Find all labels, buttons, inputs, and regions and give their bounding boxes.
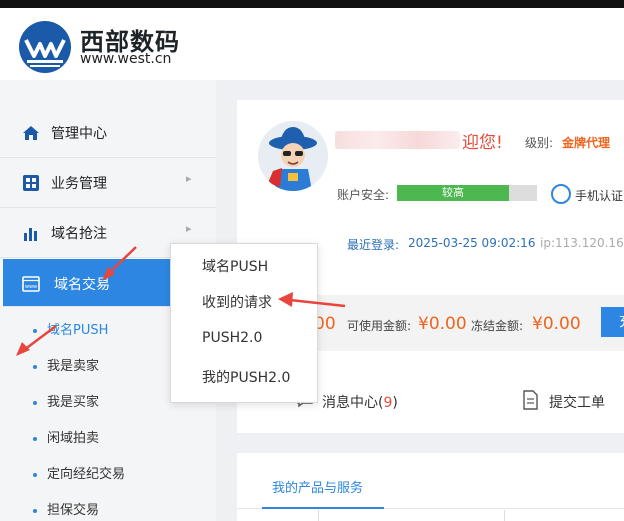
subitem-buyer[interactable]: 我是买家 [33, 391, 99, 410]
subitem-seller[interactable]: 我是卖家 [33, 355, 99, 374]
sidebar-item-business-management[interactable]: 业务管理 ▸ [0, 158, 216, 208]
chevron-right-icon: ▸ [186, 172, 192, 185]
popup-item-received-requests[interactable]: 收到的请求 [202, 292, 272, 312]
message-center-link[interactable]: 消息中心(9) [322, 392, 398, 412]
bullet-dot [33, 508, 37, 513]
subitem-label: 域名PUSH [47, 323, 109, 338]
cowboy-avatar-icon [268, 127, 317, 191]
west-logo-icon[interactable] [18, 20, 72, 74]
popup-item-domain-push[interactable]: 域名PUSH [202, 256, 268, 276]
www-icon: www [22, 276, 40, 292]
subitem-label: 定向经纪交易 [47, 467, 126, 482]
security-bar-fill: 较高 [397, 185, 509, 201]
header: 西部数码 www.west.cn [0, 8, 624, 80]
top-stripe [0, 0, 624, 8]
sidebar-item-label: 域名交易 [54, 277, 110, 293]
chevron-right-icon: ▸ [186, 222, 192, 235]
popup-item-my-push2[interactable]: 我的PUSH2.0 [202, 367, 290, 387]
tab-active-underline [262, 507, 384, 509]
column-divider [504, 510, 505, 521]
frozen-label: 冻结金额: [471, 319, 524, 333]
available-label: 可使用金额: [347, 319, 412, 333]
subitem-label: 我是卖家 [47, 359, 100, 374]
svg-text:www: www [25, 284, 37, 290]
bullet-dot [33, 436, 37, 441]
tab-my-products[interactable]: 我的产品与服务 [272, 477, 363, 496]
bullet-dot [33, 328, 37, 333]
sidebar-item-label: 管理中心 [51, 126, 107, 142]
bullet-dot [33, 400, 37, 405]
submit-ticket-link[interactable]: 提交工单 [549, 392, 605, 412]
ticket-icon [523, 390, 538, 410]
last-login-label: 最近登录: [347, 238, 400, 252]
subitem-label: 担保交易 [47, 503, 100, 518]
home-icon [23, 126, 39, 140]
domain-trading-popup-menu: 域名PUSH 收到的请求 PUSH2.0 我的PUSH2.0 [170, 243, 318, 403]
popup-item-push2[interactable]: PUSH2.0 [202, 330, 262, 346]
level-label: 级别: [525, 136, 554, 150]
security-bar: 较高 [397, 185, 537, 201]
frozen-amount: ¥0.00 [532, 314, 581, 334]
username-blurred [335, 131, 460, 149]
bullet-dot [33, 364, 37, 369]
message-center-label: 消息中心( [322, 395, 384, 411]
subitem-label: 我是买家 [47, 395, 100, 410]
sidebar-item-label: 域名抢注 [51, 226, 107, 242]
welcome-text: 迎您! [462, 133, 503, 153]
recharge-button[interactable]: 充 [601, 307, 624, 337]
available-amount: ¥0.00 [418, 314, 467, 334]
phone-icon [551, 184, 571, 204]
subitem-directed-brokerage[interactable]: 定向经纪交易 [33, 463, 125, 482]
security-label: 账户安全: [337, 188, 390, 202]
avatar[interactable] [258, 121, 328, 191]
subitem-label: 闲域拍卖 [47, 431, 100, 446]
message-center-close: ) [392, 395, 398, 411]
sidebar-item-label: 业务管理 [51, 176, 107, 192]
column-divider [318, 510, 319, 521]
subitem-escrow-trading[interactable]: 担保交易 [33, 499, 99, 518]
grid-icon [23, 175, 39, 191]
last-login-time: 2025-03-25 09:02:16 [408, 236, 536, 250]
subitem-domain-push[interactable]: 域名PUSH [33, 319, 108, 338]
bar-chart-icon [24, 228, 37, 241]
subitem-idle-auction[interactable]: 闲域拍卖 [33, 427, 99, 446]
level-value[interactable]: 金牌代理 [562, 134, 610, 151]
brand-domain[interactable]: www.west.cn [80, 51, 171, 67]
last-login-ip: ip:113.120.169. [540, 236, 624, 250]
phone-verify-label[interactable]: 手机认证 [575, 187, 623, 204]
sidebar-item-management-center[interactable]: 管理中心 [0, 108, 216, 158]
bullet-dot [33, 472, 37, 477]
